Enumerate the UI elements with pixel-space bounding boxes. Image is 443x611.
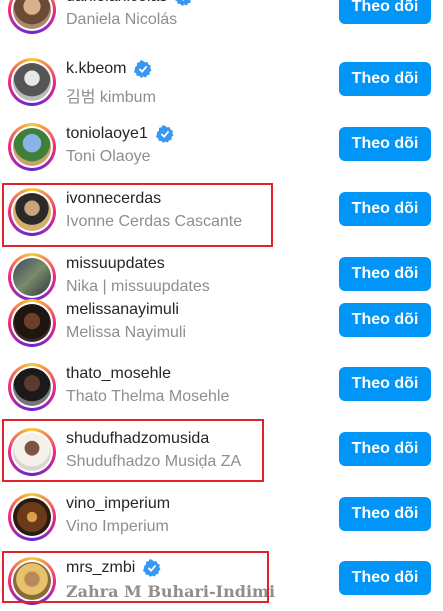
verified-badge-icon bbox=[143, 559, 161, 577]
username[interactable]: k.kbeom bbox=[66, 60, 126, 78]
account-row: shudufhadzomusida Shudufhadzo Musiḍa ZA … bbox=[0, 424, 443, 482]
full-name: Daniela Nicolás bbox=[66, 11, 178, 28]
account-row: vino_imperium Vino Imperium Theo dõi bbox=[0, 489, 443, 547]
username[interactable]: melissanayimuli bbox=[66, 301, 179, 319]
avatar[interactable] bbox=[8, 557, 56, 605]
avatar[interactable] bbox=[8, 299, 56, 347]
full-name: Nika | missuupdates bbox=[66, 278, 210, 295]
follow-button[interactable]: Theo dõi bbox=[339, 0, 431, 24]
full-name: Ivonne Cerdas Cascante bbox=[66, 213, 243, 230]
follow-button[interactable]: Theo dõi bbox=[339, 497, 431, 531]
follow-button[interactable]: Theo dõi bbox=[339, 127, 431, 161]
avatar[interactable] bbox=[8, 253, 56, 301]
follow-button[interactable]: Theo dõi bbox=[339, 561, 431, 595]
username[interactable]: danielanicolas bbox=[66, 0, 167, 6]
avatar[interactable] bbox=[8, 0, 56, 34]
verified-badge-icon bbox=[134, 60, 153, 78]
account-row: toniolaoye1 Toni Olaoye Theo dõi bbox=[0, 119, 443, 177]
username[interactable]: thato_mosehle bbox=[66, 365, 171, 383]
account-row: melissanayimuli Melissa Nayimuli Theo dõ… bbox=[0, 295, 443, 353]
full-name: Toni Olaoye bbox=[66, 148, 151, 165]
username[interactable]: mrs_zmbi bbox=[66, 559, 135, 577]
follow-button[interactable]: Theo dõi bbox=[339, 62, 431, 96]
account-row: danielanicolas Daniela Nicolás Theo dõi bbox=[0, 0, 443, 40]
account-row: k.kbeom 김범 kimbum Theo dõi bbox=[0, 54, 443, 112]
follow-button[interactable]: Theo dõi bbox=[339, 367, 431, 401]
avatar[interactable] bbox=[8, 493, 56, 541]
avatar[interactable] bbox=[8, 58, 56, 106]
avatar[interactable] bbox=[8, 188, 56, 236]
full-name: Melissa Nayimuli bbox=[66, 324, 187, 341]
follow-button[interactable]: Theo dõi bbox=[339, 257, 431, 291]
full-name: Thato Thelma Mosehle bbox=[66, 388, 230, 405]
avatar[interactable] bbox=[8, 428, 56, 476]
avatar[interactable] bbox=[8, 363, 56, 411]
account-row: ivonnecerdas Ivonne Cerdas Cascante Theo… bbox=[0, 184, 443, 242]
account-row: mrs_zmbi Zahra M Buhari-Indimi Theo dõi bbox=[0, 553, 443, 611]
username[interactable]: ivonnecerdas bbox=[66, 190, 161, 208]
avatar[interactable] bbox=[8, 123, 56, 171]
username[interactable]: shudufhadzomusida bbox=[66, 430, 209, 448]
verified-badge-icon bbox=[175, 0, 192, 6]
follow-button[interactable]: Theo dõi bbox=[339, 432, 431, 466]
full-name: 김범 kimbum bbox=[66, 89, 156, 106]
verified-badge-icon bbox=[155, 125, 174, 143]
username[interactable]: toniolaoye1 bbox=[66, 125, 148, 143]
account-row: thato_mosehle Thato Thelma Mosehle Theo … bbox=[0, 359, 443, 417]
full-name: Vino Imperium bbox=[66, 518, 169, 535]
username[interactable]: missuupdates bbox=[66, 255, 165, 273]
username[interactable]: vino_imperium bbox=[66, 495, 170, 513]
follow-button[interactable]: Theo dõi bbox=[339, 192, 431, 226]
full-name: Shudufhadzo Musiḍa ZA bbox=[66, 453, 242, 470]
follow-button[interactable]: Theo dõi bbox=[339, 303, 431, 337]
full-name: Zahra M Buhari-Indimi bbox=[66, 582, 276, 601]
